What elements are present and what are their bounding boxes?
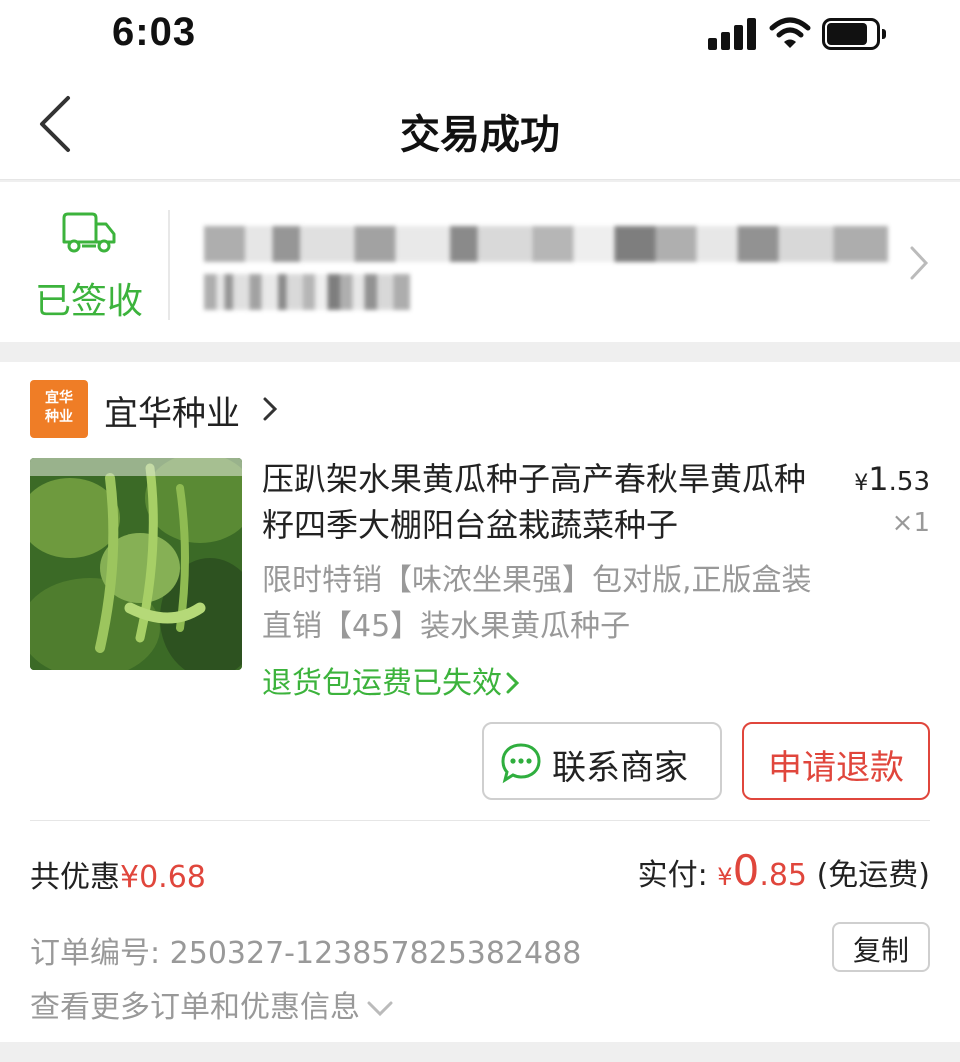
chevron-right-icon bbox=[910, 246, 929, 280]
more-info-label: 查看更多订单和优惠信息 bbox=[30, 990, 360, 1025]
store-logo-text-top: 宜华 bbox=[45, 390, 73, 406]
chevron-down-icon bbox=[367, 1001, 393, 1016]
discount-label: 共优惠 bbox=[30, 860, 120, 895]
paid-label: 实付: bbox=[637, 858, 708, 893]
order-number-label: 订单编号: bbox=[30, 936, 161, 971]
cellular-signal-icon bbox=[708, 18, 758, 50]
delivery-truck-icon bbox=[62, 212, 116, 253]
product-price: ¥1.53 bbox=[846, 460, 930, 498]
return-shipping-link[interactable]: 退货包运费已失效 bbox=[262, 658, 520, 702]
store-name-link[interactable]: 宜华种业 bbox=[104, 386, 240, 435]
order-number-value: 250327-123857825382488 bbox=[169, 936, 582, 971]
product-sku: 限时特销【味浓坐果强】包对版,正版盒装直销【45】装水果黄瓜种子 bbox=[262, 563, 812, 644]
total-discount: 共优惠¥0.68 bbox=[30, 852, 206, 896]
status-time: 6:03 bbox=[112, 10, 197, 54]
product-image[interactable] bbox=[30, 458, 242, 670]
request-refund-button[interactable]: 申请退款 bbox=[742, 722, 930, 800]
status-bar: 6:03 bbox=[0, 0, 960, 74]
paid-currency: ¥ bbox=[717, 863, 733, 891]
store-logo-text-bottom: 种业 bbox=[45, 409, 73, 425]
store-logo: 宜华 种业 bbox=[30, 380, 88, 438]
page-title: 交易成功 bbox=[400, 112, 560, 158]
chat-bubble-icon bbox=[501, 743, 541, 784]
price-integer: 1 bbox=[868, 460, 889, 498]
price-decimal: .53 bbox=[888, 467, 930, 497]
chevron-right-icon bbox=[263, 397, 278, 421]
copy-button[interactable]: 复制 bbox=[832, 922, 930, 972]
chevron-right-icon bbox=[506, 672, 520, 694]
nav-bar: 交易成功 bbox=[0, 74, 960, 180]
paid-integer: 0 bbox=[732, 846, 760, 895]
paid-decimal: .85 bbox=[759, 858, 808, 893]
contact-seller-button[interactable]: 联系商家 bbox=[482, 722, 722, 800]
order-card: 宜华 种业 宜华种业 压趴架水果黄瓜种子高产春秋旱黄瓜种籽四季大棚阳台盆栽蔬菜种… bbox=[0, 362, 960, 1042]
order-number: 订单编号: 250327-123857825382488 bbox=[30, 928, 581, 972]
blurred-address-line-2 bbox=[204, 274, 410, 310]
divider bbox=[168, 210, 170, 320]
delivery-status: 已签收 bbox=[34, 281, 143, 322]
product-title[interactable]: 压趴架水果黄瓜种子高产春秋旱黄瓜种籽四季大棚阳台盆栽蔬菜种子 bbox=[262, 456, 812, 548]
wifi-icon bbox=[769, 17, 811, 48]
shipping-note: (免运费) bbox=[816, 858, 930, 893]
discount-amount: ¥0.68 bbox=[120, 860, 206, 895]
product-quantity: ×1 bbox=[891, 508, 930, 538]
more-order-info-toggle[interactable]: 查看更多订单和优惠信息 bbox=[30, 982, 394, 1026]
delivery-address-card[interactable]: 已签收 bbox=[0, 182, 960, 342]
blurred-address-line-1 bbox=[204, 226, 888, 262]
contact-seller-label: 联系商家 bbox=[552, 748, 688, 788]
amount-paid: 实付: ¥0.85 (免运费) bbox=[638, 846, 930, 895]
return-note-label: 退货包运费已失效 bbox=[262, 666, 502, 701]
price-currency: ¥ bbox=[854, 471, 869, 496]
divider bbox=[30, 820, 930, 821]
battery-icon bbox=[822, 18, 886, 50]
